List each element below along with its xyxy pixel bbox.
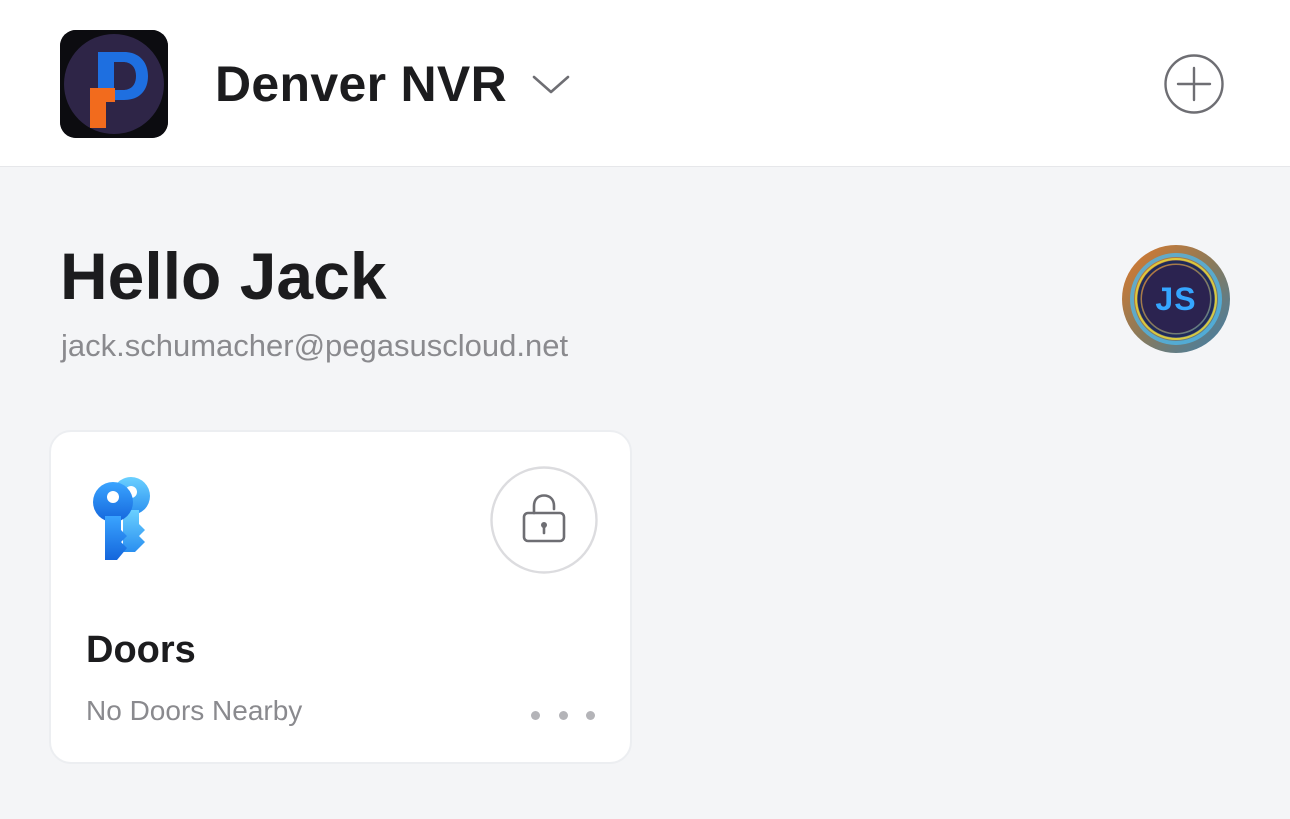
card-title: Doors — [86, 629, 196, 671]
pegasus-p-logo-icon — [60, 30, 168, 138]
app-logo-icon[interactable] — [60, 30, 168, 138]
chevron-down-icon — [531, 71, 571, 97]
user-email: jack.schumacher@pegasuscloud.net — [61, 328, 569, 363]
plus-circle-icon — [1164, 54, 1224, 114]
avatar-initials: JS — [1155, 280, 1197, 317]
doors-card[interactable]: Doors No Doors Nearby — [49, 430, 632, 764]
unlock-button[interactable] — [490, 466, 598, 574]
avatar[interactable]: JS — [1121, 244, 1231, 354]
more-dot — [558, 710, 568, 720]
more-horizontal-icon — [531, 710, 540, 720]
top-bar: Denver NVR — [0, 0, 1290, 167]
add-button[interactable] — [1163, 53, 1225, 115]
greeting-title: Hello Jack — [60, 239, 387, 313]
card-status: No Doors Nearby — [86, 695, 303, 726]
site-name: Denver NVR — [215, 56, 507, 112]
keys-icon — [87, 470, 167, 566]
more-options-button[interactable] — [531, 700, 595, 730]
unlock-icon — [490, 466, 598, 574]
more-dot — [586, 710, 595, 720]
site-switcher[interactable]: Denver NVR — [215, 52, 571, 116]
